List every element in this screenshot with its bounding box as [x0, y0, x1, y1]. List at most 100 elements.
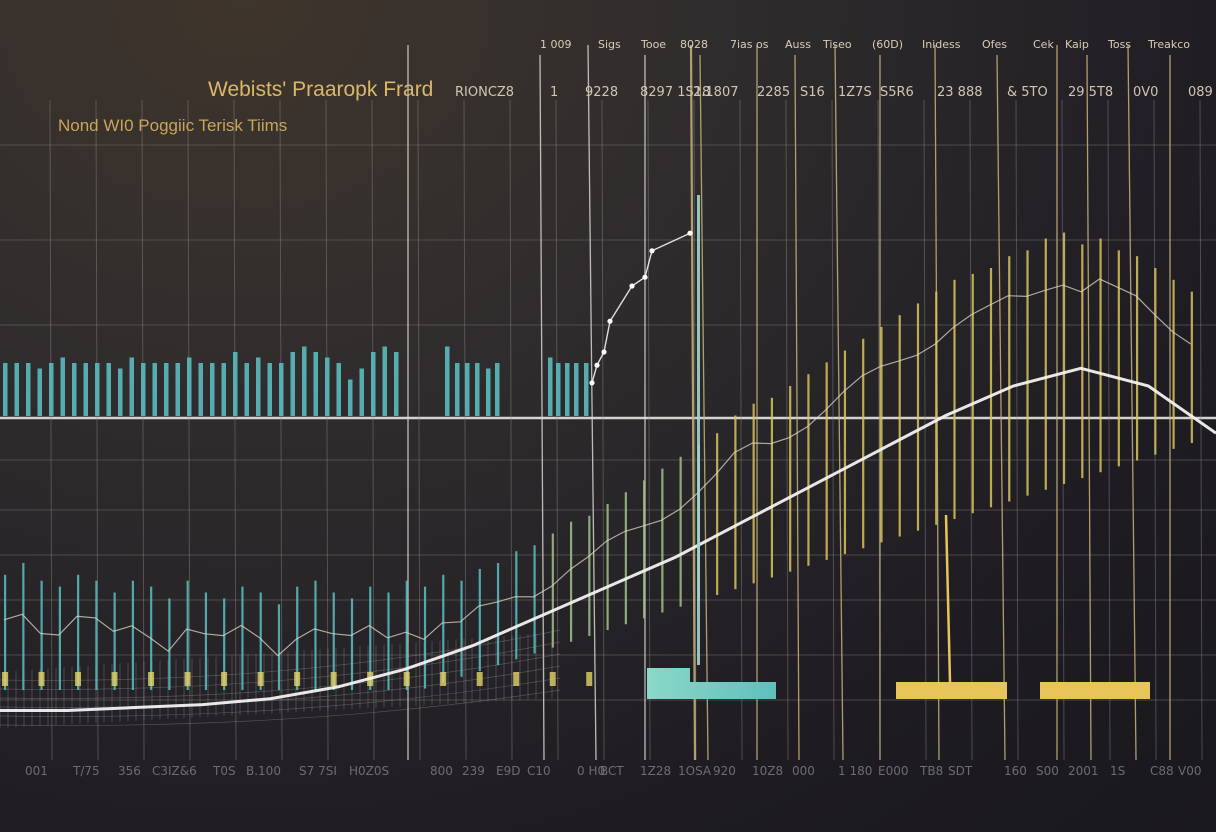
value-label: 089	[1188, 85, 1213, 100]
x-tick-label: 1OSA	[678, 764, 712, 778]
x-tick-label: 1Z28	[640, 764, 671, 778]
marker-line	[587, 44, 597, 761]
teal-bar	[72, 363, 77, 416]
wave-bar	[1154, 268, 1157, 455]
wave-bar	[478, 568, 481, 671]
wave-bar	[515, 551, 518, 660]
grid-line-vertical	[1015, 99, 1019, 761]
x-tick-label: 356	[118, 764, 141, 778]
teal-bar	[584, 363, 589, 416]
grid-line-vertical	[601, 99, 605, 761]
teal-bar	[445, 346, 450, 416]
grid-line-vertical	[49, 99, 53, 761]
x-tick-label: 001	[25, 764, 48, 778]
wave-bar	[880, 327, 883, 543]
wave-bar-cap	[75, 672, 82, 686]
gold-stem	[944, 514, 952, 683]
wave-bar-cap	[330, 672, 337, 686]
header-label: 8028	[680, 38, 708, 51]
teal-bar	[37, 368, 42, 416]
wave-bar-cap	[38, 672, 45, 686]
x-tick-label: BCT	[600, 764, 624, 778]
marker-line	[834, 44, 844, 761]
header-label: Auss	[785, 38, 811, 51]
wave-bar-cap	[257, 672, 264, 686]
teal-bar	[129, 357, 134, 416]
grid-line-vertical	[233, 99, 237, 761]
teal-bar	[336, 363, 341, 416]
teal-bar	[556, 363, 561, 416]
x-tick-label: T/75	[72, 764, 100, 778]
wave-bar	[95, 580, 98, 690]
teal-bar	[302, 346, 307, 416]
wave-bar-cap	[476, 672, 483, 686]
wave-bar-cap	[586, 672, 593, 686]
value-label: RIONCZ8	[455, 85, 514, 100]
wave-bar	[789, 386, 792, 572]
wave-bar	[1099, 238, 1102, 473]
teal-bar	[348, 379, 353, 416]
wave-bar	[606, 504, 609, 631]
wave-bar	[624, 492, 627, 625]
x-tick-label: 800	[430, 764, 453, 778]
x-tick-label: C88	[1150, 764, 1174, 778]
wave-bar	[460, 580, 463, 677]
marker-line	[1127, 44, 1137, 761]
grid-line-vertical	[417, 99, 421, 761]
teal-bar	[279, 363, 284, 416]
wave-bar	[314, 580, 317, 690]
teal-bar	[244, 363, 249, 416]
x-tick-label: 920	[713, 764, 736, 778]
teal-bar	[574, 363, 579, 416]
x-tick-labels: 001 T/75 356 C3IZ&6 T0S B.100 S7 7SI H0Z0S 800 23…	[25, 764, 1201, 778]
wave-bar-cap	[148, 672, 155, 686]
marker-line	[1086, 54, 1092, 761]
x-tick-label: T0S	[212, 764, 236, 778]
grid-line-vertical	[647, 99, 651, 761]
value-label: 23 888	[937, 85, 983, 100]
wave-bar	[277, 604, 281, 690]
teal-bar	[187, 357, 192, 416]
x-tick-label: SDT	[948, 764, 973, 778]
teal-bar	[233, 352, 238, 416]
wave-bars	[2, 232, 1193, 690]
x-tick-label: 1 180	[838, 764, 872, 778]
teal-bar	[175, 363, 180, 416]
teal-bar	[118, 368, 123, 416]
wave-bar	[807, 374, 810, 566]
spike-bar	[697, 195, 700, 665]
wave-bar	[971, 273, 974, 514]
teal-bar	[95, 363, 100, 416]
wave-bar-cap	[2, 672, 8, 686]
teal-bar	[475, 363, 480, 416]
header-label: 1 009	[540, 38, 572, 51]
x-tick-label: V00	[1178, 764, 1201, 778]
x-tick-label: E9D	[496, 764, 520, 778]
wave-bar-cap	[440, 672, 447, 686]
x-tick-label: B.100	[246, 764, 281, 778]
wave-bar-cap	[513, 672, 520, 686]
value-label: & 5TO	[1007, 85, 1048, 100]
grid-line-vertical	[555, 99, 559, 761]
wave-bar-cap	[221, 672, 228, 686]
value-label: 1	[550, 85, 558, 100]
value-label: S16	[800, 85, 825, 100]
teal-bar	[198, 363, 203, 416]
value-label: S5R6	[880, 85, 914, 100]
wave-bar	[898, 315, 901, 537]
x-tick-label: C10	[527, 764, 551, 778]
value-label: 29 5T8	[1068, 85, 1113, 100]
wave-bar	[168, 598, 171, 690]
header-label: Sigs	[598, 38, 621, 51]
spike-marker	[687, 230, 693, 236]
teal-bar	[210, 363, 215, 416]
grid-line-vertical	[739, 99, 743, 761]
teal-bar	[382, 346, 387, 416]
wave-bar	[1044, 238, 1047, 490]
grid-line-vertical	[1107, 99, 1111, 761]
wave-bar	[843, 350, 847, 555]
grid-line-vertical	[785, 99, 789, 761]
teal-bar	[359, 368, 364, 416]
wave-bar	[533, 545, 536, 654]
wave-bar	[1172, 279, 1175, 449]
